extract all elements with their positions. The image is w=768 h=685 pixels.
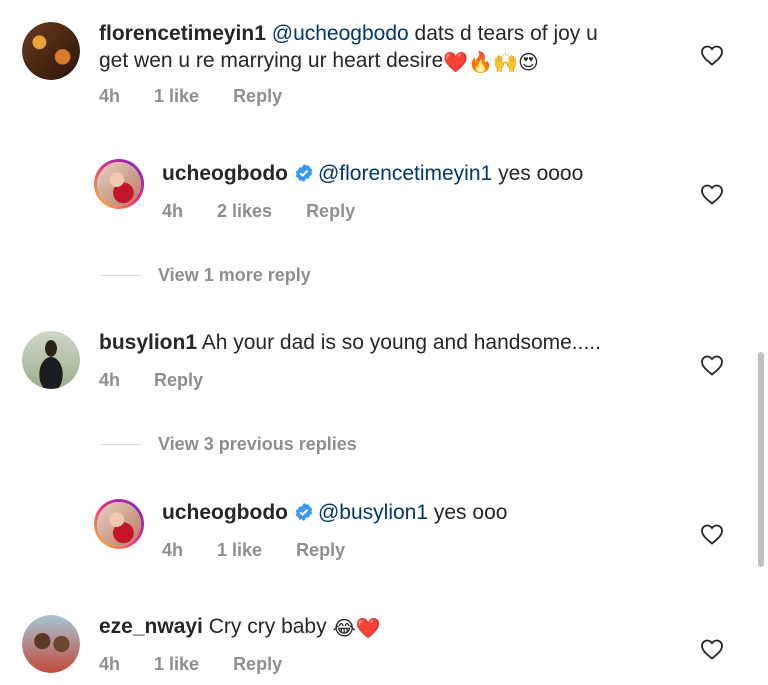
comment-body: yes oooo: [498, 162, 584, 185]
scrollbar[interactable]: [758, 352, 764, 567]
username[interactable]: ucheogbodo: [162, 162, 288, 185]
timestamp: 4h: [162, 201, 184, 221]
timestamp: 4h: [99, 654, 121, 674]
verified-badge-icon: [294, 163, 314, 183]
username[interactable]: florencetimeyin1: [99, 22, 266, 45]
emoji-group: 😂❤️: [332, 618, 381, 640]
likes-count[interactable]: 1 like: [154, 86, 199, 107]
verified-badge-icon: [294, 502, 314, 522]
divider: [101, 275, 141, 276]
likes-count[interactable]: 1 like: [154, 654, 199, 675]
avatar[interactable]: [94, 499, 144, 549]
heart-icon[interactable]: [700, 183, 724, 205]
comment-text: eze_nwayi Cry cry baby 😂❤️: [99, 613, 699, 643]
comment-meta: 4h 1 like Reply: [99, 86, 316, 107]
comment-body: yes ooo: [433, 501, 508, 524]
heart-icon[interactable]: [700, 44, 724, 66]
username[interactable]: eze_nwayi: [99, 615, 203, 638]
reply-button[interactable]: Reply: [233, 654, 282, 675]
avatar[interactable]: [22, 615, 80, 673]
timestamp: 4h: [99, 370, 121, 390]
avatar[interactable]: [22, 331, 80, 389]
view-replies-label[interactable]: View 3 previous replies: [158, 434, 357, 455]
mention-link[interactable]: @ucheogbodo: [272, 22, 409, 45]
likes-count[interactable]: 2 likes: [217, 201, 272, 222]
username[interactable]: ucheogbodo: [162, 501, 288, 524]
comment-text: ucheogbodo @florencetimeyin1 yes oooo: [162, 160, 682, 187]
mention-link[interactable]: @busylion1: [318, 501, 428, 524]
likes-count[interactable]: 1 like: [217, 540, 262, 561]
reply-button[interactable]: Reply: [296, 540, 345, 561]
heart-icon[interactable]: [700, 523, 724, 545]
comment-text: florencetimeyin1 @ucheogbodo dats d tear…: [99, 20, 679, 77]
heart-icon[interactable]: [700, 638, 724, 660]
comment-body: Cry cry baby: [208, 615, 327, 638]
avatar[interactable]: [22, 22, 80, 80]
timestamp: 4h: [162, 540, 184, 560]
timestamp: 4h: [99, 86, 121, 106]
comment-meta: 4h 2 likes Reply: [162, 201, 389, 222]
emoji-group: ❤️🔥🙌😍: [443, 52, 539, 74]
view-replies-label[interactable]: View 1 more reply: [158, 265, 311, 286]
comment-body-line2: get wen u re marrying ur heart desire: [99, 49, 444, 72]
comment-meta: 4h Reply: [99, 370, 237, 391]
heart-icon[interactable]: [700, 354, 724, 376]
comment-body: dats d tears of joy u: [414, 22, 598, 45]
mention-link[interactable]: @florencetimeyin1: [318, 162, 492, 185]
comment-meta: 4h 1 like Reply: [99, 654, 316, 675]
username[interactable]: busylion1: [99, 331, 197, 354]
divider: [101, 444, 141, 445]
reply-button[interactable]: Reply: [233, 86, 282, 107]
avatar[interactable]: [94, 159, 144, 209]
reply-button[interactable]: Reply: [154, 370, 203, 391]
comment-meta: 4h 1 like Reply: [162, 540, 379, 561]
view-replies-button[interactable]: View 1 more reply: [101, 265, 311, 286]
comment-text: busylion1 Ah your dad is so young and ha…: [99, 329, 699, 356]
reply-button[interactable]: Reply: [306, 201, 355, 222]
comment-body: Ah your dad is so young and handsome....…: [201, 331, 601, 354]
comment-text: ucheogbodo @busylion1 yes ooo: [162, 499, 682, 526]
view-replies-button[interactable]: View 3 previous replies: [101, 434, 357, 455]
